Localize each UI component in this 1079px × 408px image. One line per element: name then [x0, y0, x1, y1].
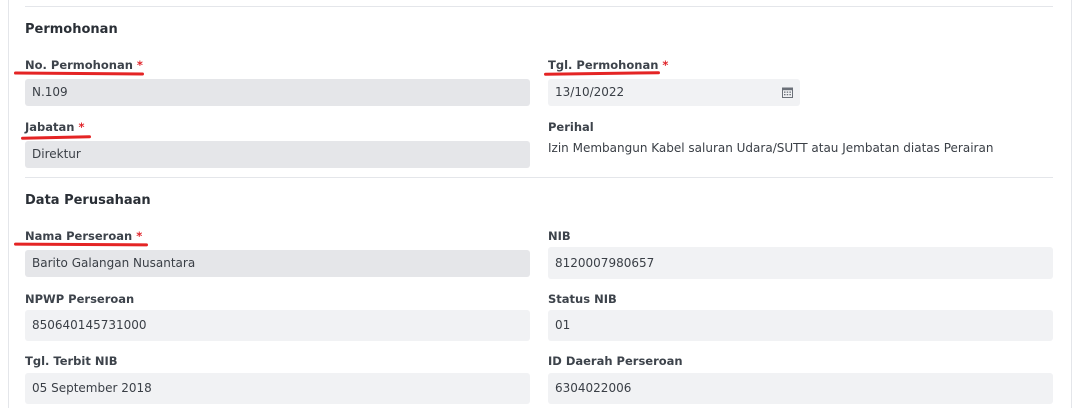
- jabatan-field[interactable]: Direktur: [25, 141, 530, 168]
- label-nama-perseroan: Nama Perseroan *: [25, 229, 142, 243]
- nama-perseroan-field[interactable]: Barito Galangan Nusantara: [25, 250, 530, 277]
- tgl-terbit-nib-field[interactable]: 05 September 2018: [25, 373, 530, 404]
- perihal-text: Izin Membangun Kabel saluran Udara/SUTT …: [548, 141, 994, 155]
- label-text: Tgl. Permohonan: [548, 58, 659, 72]
- label-id-daerah-perseroan: ID Daerah Perseroan: [548, 354, 683, 368]
- required-asterisk: *: [136, 58, 143, 72]
- label-nib: NIB: [548, 229, 571, 243]
- required-asterisk: *: [662, 58, 669, 72]
- date-value: 13/10/2022: [555, 85, 625, 99]
- label-jabatan: Jabatan *: [25, 120, 85, 134]
- section-title-data-perusahaan: Data Perusahaan: [25, 193, 151, 208]
- label-npwp-perseroan: NPWP Perseroan: [25, 292, 135, 306]
- status-nib-field[interactable]: 01: [548, 310, 1053, 341]
- no-permohonan-field[interactable]: N.109: [25, 79, 530, 106]
- tgl-permohonan-datepicker[interactable]: 13/10/2022: [548, 79, 800, 106]
- form-card: [8, 0, 1072, 408]
- label-no-permohonan: No. Permohonan *: [25, 58, 143, 72]
- calendar-icon[interactable]: [782, 87, 793, 98]
- section-title-permohonan: Permohonan: [25, 22, 118, 37]
- top-divider: [25, 6, 1053, 7]
- section-divider: [25, 177, 1053, 178]
- id-daerah-perseroan-field[interactable]: 6304022006: [548, 373, 1053, 404]
- label-tgl-permohonan: Tgl. Permohonan *: [548, 58, 668, 72]
- label-status-nib: Status NIB: [548, 292, 617, 306]
- required-asterisk: *: [78, 120, 85, 134]
- npwp-perseroan-field[interactable]: 850640145731000: [25, 310, 530, 341]
- label-tgl-terbit-nib: Tgl. Terbit NIB: [25, 354, 118, 368]
- label-text: No. Permohonan: [25, 58, 133, 72]
- label-perihal: Perihal: [548, 120, 594, 134]
- nib-field[interactable]: 8120007980657: [548, 247, 1053, 279]
- label-text: Nama Perseroan: [25, 229, 133, 243]
- required-asterisk: *: [136, 229, 143, 243]
- label-text: Jabatan: [25, 120, 75, 134]
